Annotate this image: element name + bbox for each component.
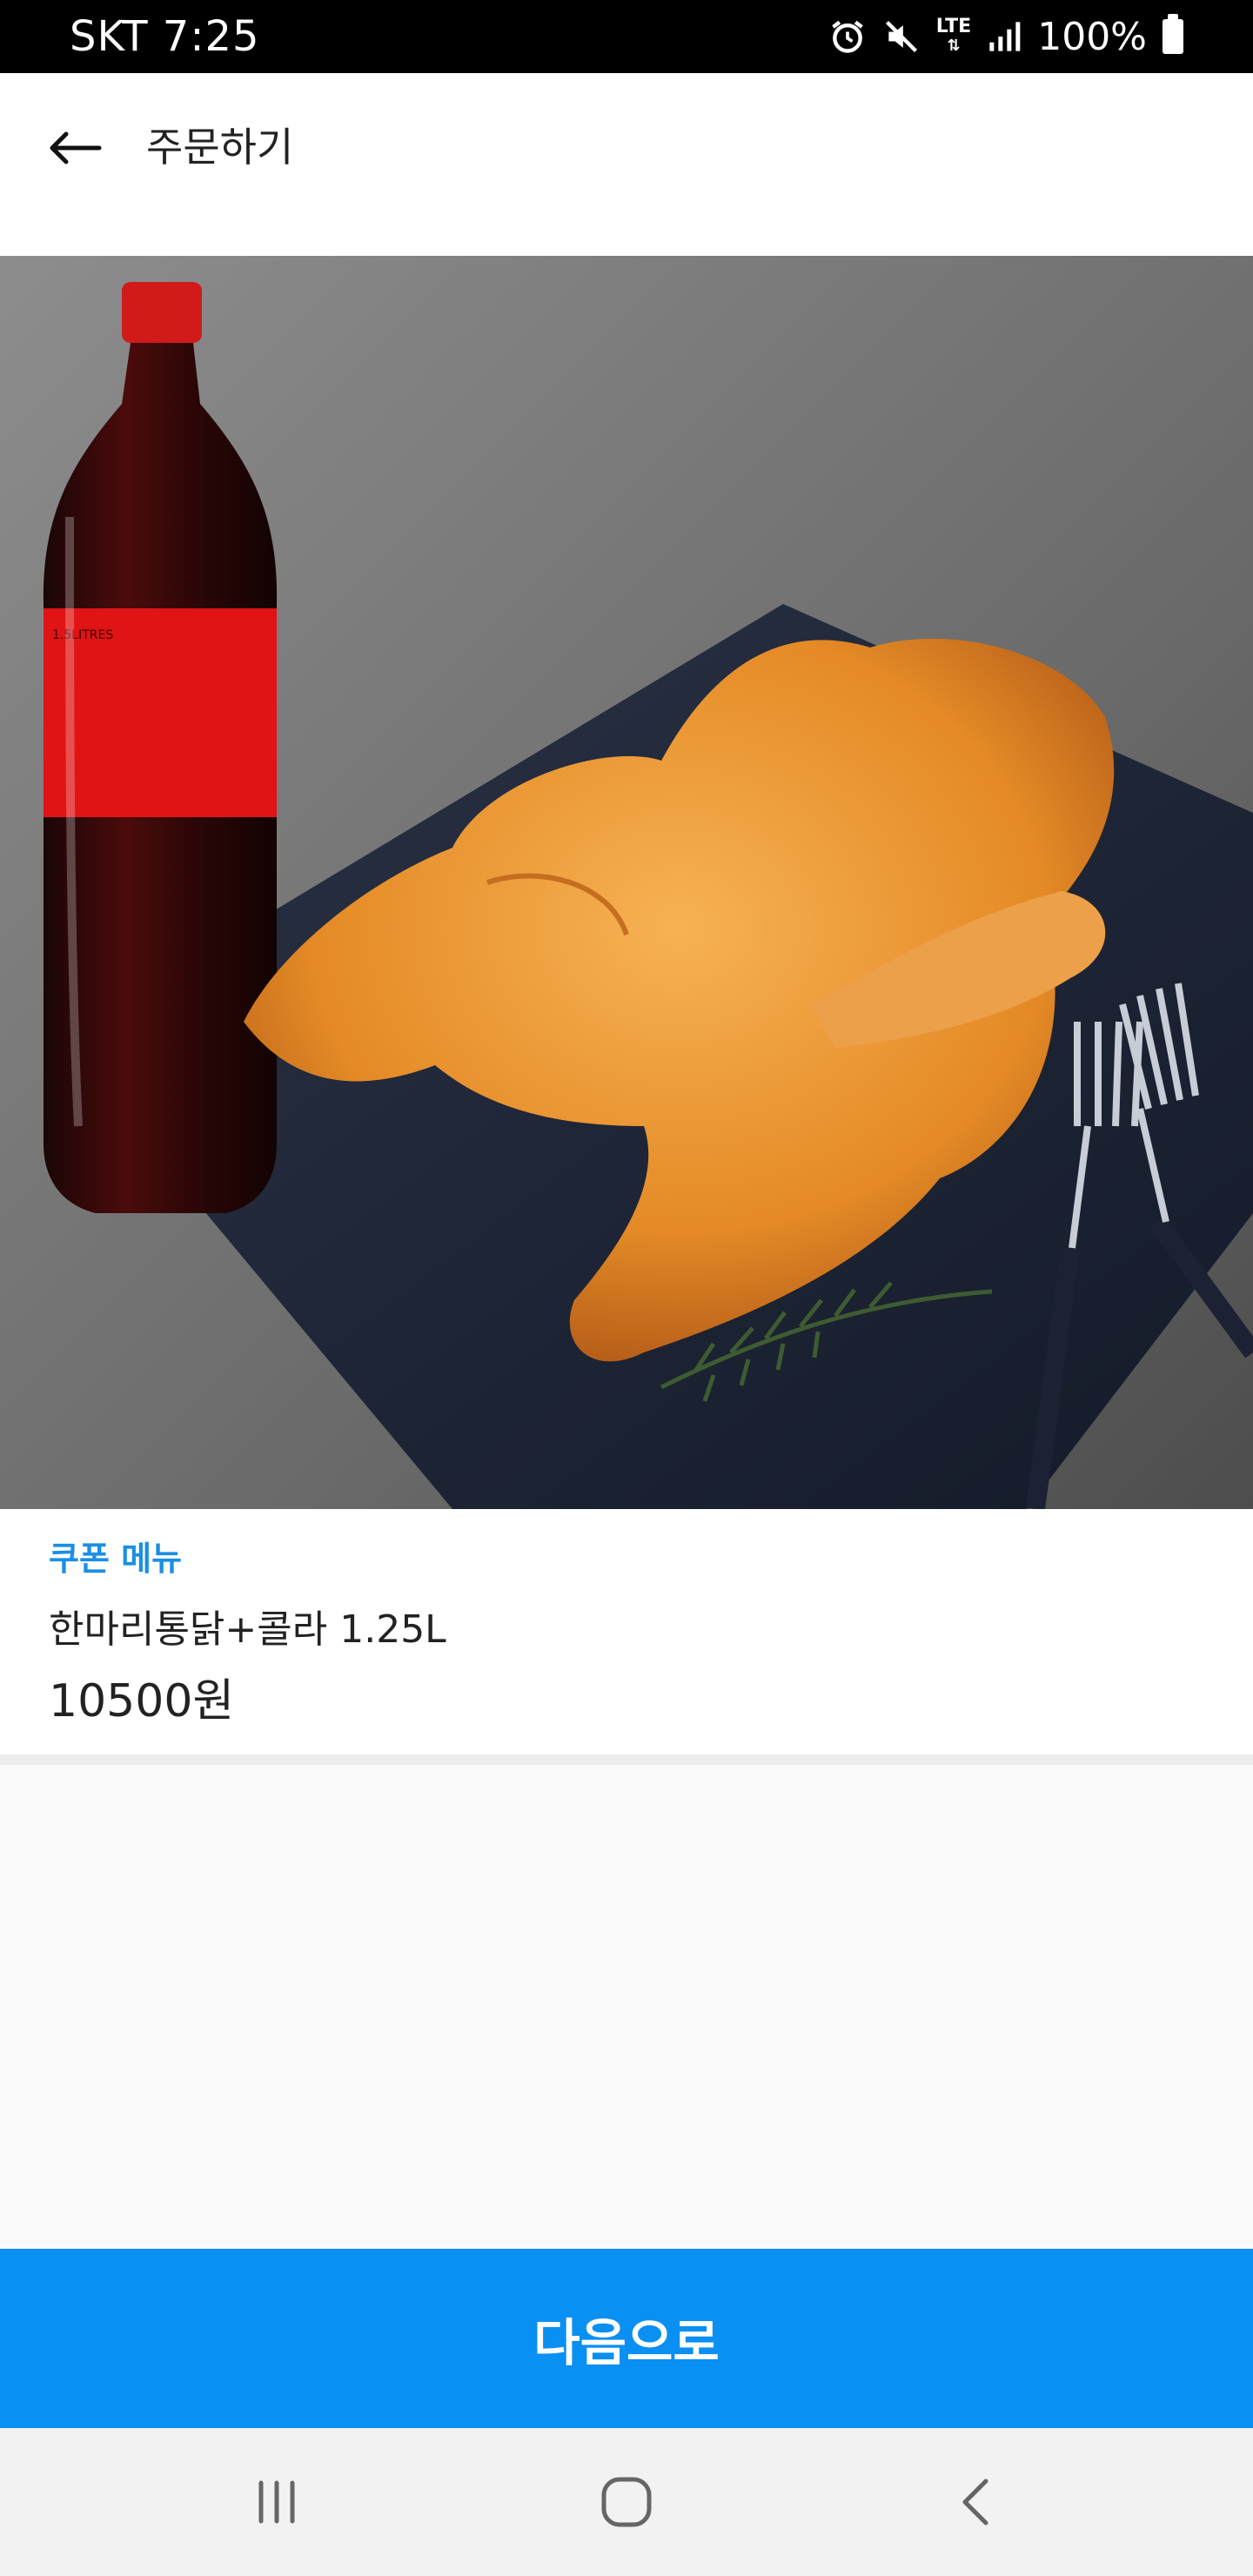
network-type: LTE [935,16,972,37]
alarm-icon [828,17,867,56]
back-button[interactable] [31,104,118,191]
arrow-left-icon [50,131,102,164]
coupon-badge: 쿠폰 메뉴 [49,1540,183,1578]
section-divider [0,1754,1253,1765]
page-title: 주문하기 [146,124,294,171]
status-icons: LTE ⇅ 100% [828,0,1183,73]
chicken-cola-illustration: 1.5LITRES [0,256,1253,1509]
lte-icon: LTE ⇅ [935,16,972,56]
carrier-time: SKT 7:25 [70,12,260,61]
product-info: 쿠폰 메뉴 한마리통닭+콜라 1.25L 10500원 [0,1509,1253,1754]
signal-icon [987,19,1022,54]
app-bar: 주문하기 [0,73,1253,256]
battery-percent: 100% [1037,14,1147,59]
product-name: 한마리통닭+콜라 1.25L [49,1607,446,1652]
product-price: 10500원 [49,1675,235,1727]
system-nav-bar [0,2428,1253,2576]
content-area [0,1765,1253,2249]
mute-icon [882,17,921,56]
recent-apps-button[interactable] [224,2454,329,2550]
battery-icon [1163,14,1183,54]
product-image: 1.5LITRES [0,256,1253,1509]
back-icon [962,2479,988,2526]
next-button[interactable]: 다음으로 [0,2249,1253,2428]
bottle-label: 1.5LITRES [52,628,113,642]
status-bar: SKT 7:25 LTE ⇅ 100% [0,0,1253,73]
home-icon [601,2477,652,2527]
recent-apps-icon [258,2480,295,2524]
home-button[interactable] [574,2454,679,2550]
nav-back-button[interactable] [924,2454,1029,2550]
